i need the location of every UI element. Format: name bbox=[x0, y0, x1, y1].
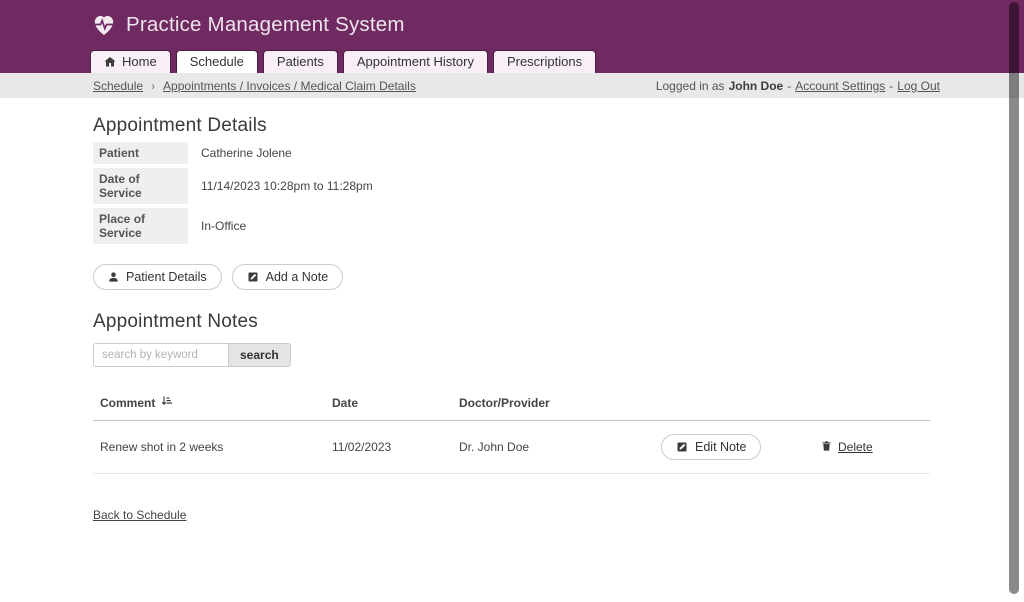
column-header-provider: Doctor/Provider bbox=[459, 396, 655, 410]
field-label: Place of Service bbox=[93, 208, 188, 244]
app-brand: Practice Management System bbox=[92, 13, 405, 37]
field-row-patient: Patient Catherine Jolene bbox=[93, 142, 930, 164]
note-date: 11/02/2023 bbox=[332, 440, 459, 454]
logged-in-user: John Doe bbox=[729, 79, 784, 93]
logged-in-label: Logged in as bbox=[656, 79, 725, 93]
field-row-place-of-service: Place of Service In-Office bbox=[93, 208, 930, 244]
main-nav-tabs: Home Schedule Patients Appointment Histo… bbox=[90, 50, 596, 73]
sort-icon[interactable] bbox=[160, 395, 173, 410]
tab-appointment-history[interactable]: Appointment History bbox=[343, 50, 488, 73]
notes-title: Appointment Notes bbox=[93, 311, 930, 333]
delete-note-link[interactable]: Delete bbox=[821, 440, 873, 455]
search-button[interactable]: search bbox=[229, 343, 291, 367]
table-row: Renew shot in 2 weeks 11/02/2023 Dr. Joh… bbox=[93, 421, 930, 474]
tab-prescriptions[interactable]: Prescriptions bbox=[493, 50, 596, 73]
notes-table: Comment Date Doctor/Provider Renew shot … bbox=[93, 389, 930, 474]
account-settings-link[interactable]: Account Settings bbox=[795, 79, 885, 93]
search-input[interactable] bbox=[93, 343, 229, 367]
edit-square-icon bbox=[676, 441, 688, 453]
field-label: Patient bbox=[93, 142, 188, 164]
app-title: Practice Management System bbox=[126, 13, 405, 37]
breadcrumb-link-details[interactable]: Appointments / Invoices / Medical Claim … bbox=[163, 79, 416, 93]
home-icon bbox=[104, 56, 116, 68]
field-value: 11/14/2023 10:28pm to 11:28pm bbox=[201, 179, 373, 193]
tab-schedule[interactable]: Schedule bbox=[176, 50, 258, 73]
patient-details-button[interactable]: Patient Details bbox=[93, 264, 222, 290]
breadcrumb-link-schedule[interactable]: Schedule bbox=[93, 79, 143, 93]
breadcrumb-separator: › bbox=[151, 79, 155, 93]
vertical-scrollbar[interactable] bbox=[1009, 2, 1019, 594]
column-header-comment: Comment bbox=[100, 395, 332, 410]
main-content: Appointment Details Patient Catherine Jo… bbox=[0, 98, 1024, 474]
notes-search: search bbox=[93, 343, 930, 367]
field-value: Catherine Jolene bbox=[201, 146, 292, 160]
breadcrumb: Schedule › Appointments / Invoices / Med… bbox=[93, 79, 416, 93]
field-value: In-Office bbox=[201, 219, 246, 233]
page-title: Appointment Details bbox=[93, 115, 930, 137]
breadcrumb-bar: Schedule › Appointments / Invoices / Med… bbox=[0, 73, 1024, 98]
column-header-date: Date bbox=[332, 396, 459, 410]
add-note-button[interactable]: Add a Note bbox=[232, 264, 344, 290]
trash-icon bbox=[821, 440, 832, 455]
field-label: Date of Service bbox=[93, 168, 188, 204]
session-info: Logged in as John Doe - Account Settings… bbox=[656, 79, 940, 93]
tab-home[interactable]: Home bbox=[90, 50, 171, 73]
back-to-schedule-link[interactable]: Back to Schedule bbox=[93, 508, 186, 522]
app-header: Practice Management System Home Schedule… bbox=[0, 0, 1024, 73]
action-buttons: Patient Details Add a Note bbox=[93, 264, 930, 290]
edit-square-icon bbox=[247, 271, 259, 283]
table-header-row: Comment Date Doctor/Provider bbox=[93, 389, 930, 421]
tab-patients[interactable]: Patients bbox=[263, 50, 338, 73]
note-provider: Dr. John Doe bbox=[459, 440, 655, 454]
user-icon bbox=[108, 271, 119, 283]
appointment-fields: Patient Catherine Jolene Date of Service… bbox=[93, 142, 930, 244]
heartbeat-icon bbox=[92, 14, 116, 36]
logout-link[interactable]: Log Out bbox=[897, 79, 940, 93]
note-comment: Renew shot in 2 weeks bbox=[100, 440, 332, 454]
field-row-date-of-service: Date of Service 11/14/2023 10:28pm to 11… bbox=[93, 168, 930, 204]
edit-note-button[interactable]: Edit Note bbox=[661, 434, 761, 460]
